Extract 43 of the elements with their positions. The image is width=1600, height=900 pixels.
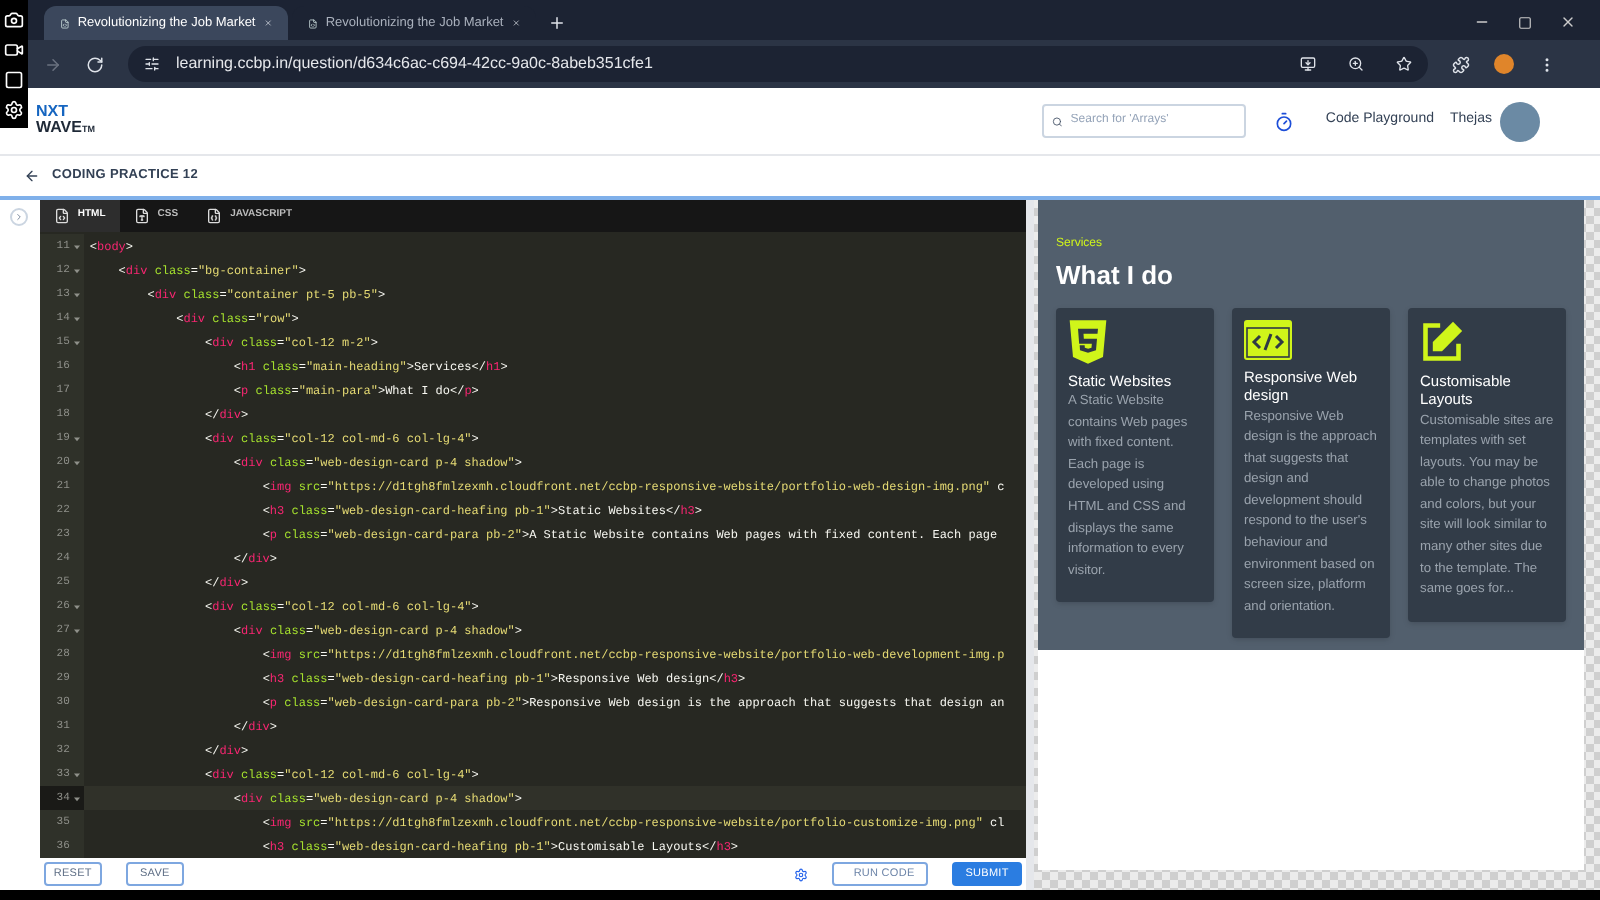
fold-icon[interactable]: [73, 291, 80, 297]
camera-icon[interactable]: [4, 9, 24, 29]
forward-icon[interactable]: [44, 55, 62, 73]
chevron-right-icon: [14, 212, 25, 222]
fold-icon[interactable]: [73, 771, 80, 777]
new-tab-icon[interactable]: [548, 14, 566, 32]
page-icon: [60, 15, 70, 31]
restore-icon[interactable]: [1518, 15, 1532, 29]
video-camera-icon[interactable]: [4, 39, 24, 59]
extensions-icon[interactable]: [1452, 55, 1470, 73]
close-icon[interactable]: [1560, 14, 1576, 30]
profile-avatar[interactable]: [1494, 54, 1514, 74]
fold-icon[interactable]: [73, 435, 80, 441]
pencil-square-icon: [1420, 319, 1465, 363]
zoom-icon[interactable]: [1348, 56, 1364, 72]
window-icon[interactable]: [4, 69, 24, 89]
reload-icon[interactable]: [86, 55, 104, 73]
page-icon: [308, 15, 318, 31]
stopwatch-icon[interactable]: [1273, 111, 1294, 131]
address-bar[interactable]: learning.ccbp.in/question/d634c6ac-c694-42cc-9a0c-8abeb351cfe1: [128, 46, 1428, 82]
fold-icon[interactable]: [73, 315, 80, 321]
star-icon[interactable]: [1396, 56, 1412, 72]
html5-shield-icon: [1068, 319, 1109, 363]
back-arrow-icon[interactable]: [24, 168, 40, 184]
close-icon[interactable]: [511, 16, 520, 30]
fold-icon[interactable]: [73, 459, 80, 465]
fold-icon[interactable]: [73, 603, 80, 609]
file-braces-icon: [206, 208, 223, 224]
search-icon: [1051, 115, 1063, 127]
fold-icon[interactable]: [73, 243, 80, 249]
code-window-icon: [1244, 319, 1293, 359]
file-icon: [133, 208, 150, 224]
fold-icon[interactable]: [73, 795, 80, 801]
install-icon[interactable]: [1300, 56, 1316, 72]
file-code-icon: [53, 208, 70, 224]
fold-icon[interactable]: [73, 627, 80, 633]
url-text: learning.ccbp.in/question/d634c6ac-c694-42cc-9a0c-8abeb351cfe1: [176, 52, 653, 76]
code-editor[interactable]: [39, 232, 1027, 858]
section-heading: What I do: [1056, 258, 1176, 294]
site-settings-icon[interactable]: [144, 56, 160, 72]
user-avatar[interactable]: [1500, 101, 1540, 141]
fold-icon[interactable]: [73, 339, 80, 345]
fold-icon[interactable]: [73, 267, 80, 273]
